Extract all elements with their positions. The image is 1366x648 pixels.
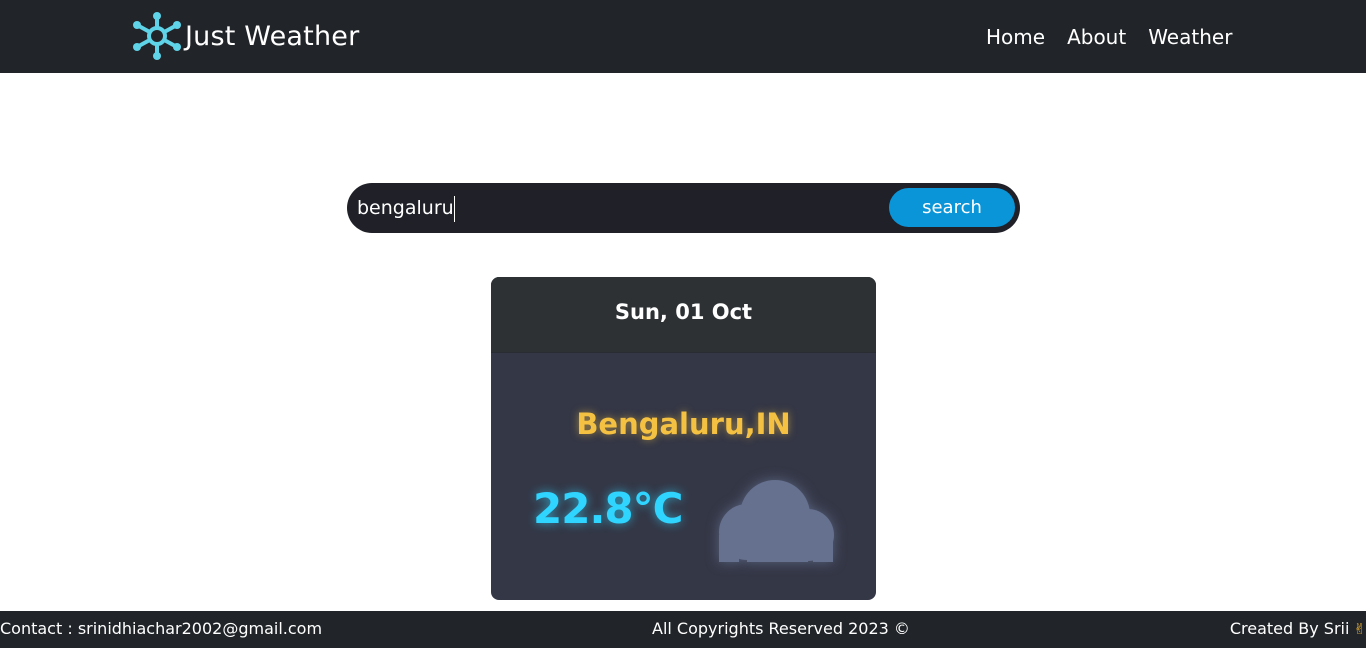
nav-home-link[interactable]: Home xyxy=(981,21,1050,53)
nav-weather-link[interactable]: Weather xyxy=(1143,21,1237,53)
snowflake-icon xyxy=(133,12,181,60)
temperature: 22.8°C xyxy=(533,484,683,533)
search-button[interactable]: search xyxy=(889,188,1015,227)
credit-text: Created By Srii xyxy=(1229,619,1350,638)
nav-links: Home About Weather xyxy=(975,0,1243,73)
text-caret xyxy=(454,196,455,222)
city-name: Bengaluru,IN xyxy=(576,407,791,441)
brand-link[interactable]: Just Weather xyxy=(132,12,359,60)
nav-about-link[interactable]: About xyxy=(1062,21,1131,53)
footer: Contact : srinidhiachar2002@gmail.com Al… xyxy=(0,611,1366,648)
footer-contact: Contact : srinidhiachar2002@gmail.com xyxy=(0,619,323,638)
weather-date: Sun, 01 Oct xyxy=(614,300,753,324)
hand-icon: ✌ xyxy=(1353,619,1366,638)
navbar: Just Weather Home About Weather xyxy=(0,0,1366,73)
cloud-icon xyxy=(719,480,834,562)
footer-credit: Created By Srii ✌ xyxy=(1230,619,1366,638)
card-header: Sun, 01 Oct xyxy=(491,277,876,353)
weather-card: Sun, 01 Oct Bengaluru,IN 22.8°C xyxy=(491,277,876,600)
brand-name: Just Weather xyxy=(185,20,360,52)
footer-copyright: All Copyrights Reserved 2023 © xyxy=(652,619,910,638)
search-input[interactable] xyxy=(357,188,877,228)
